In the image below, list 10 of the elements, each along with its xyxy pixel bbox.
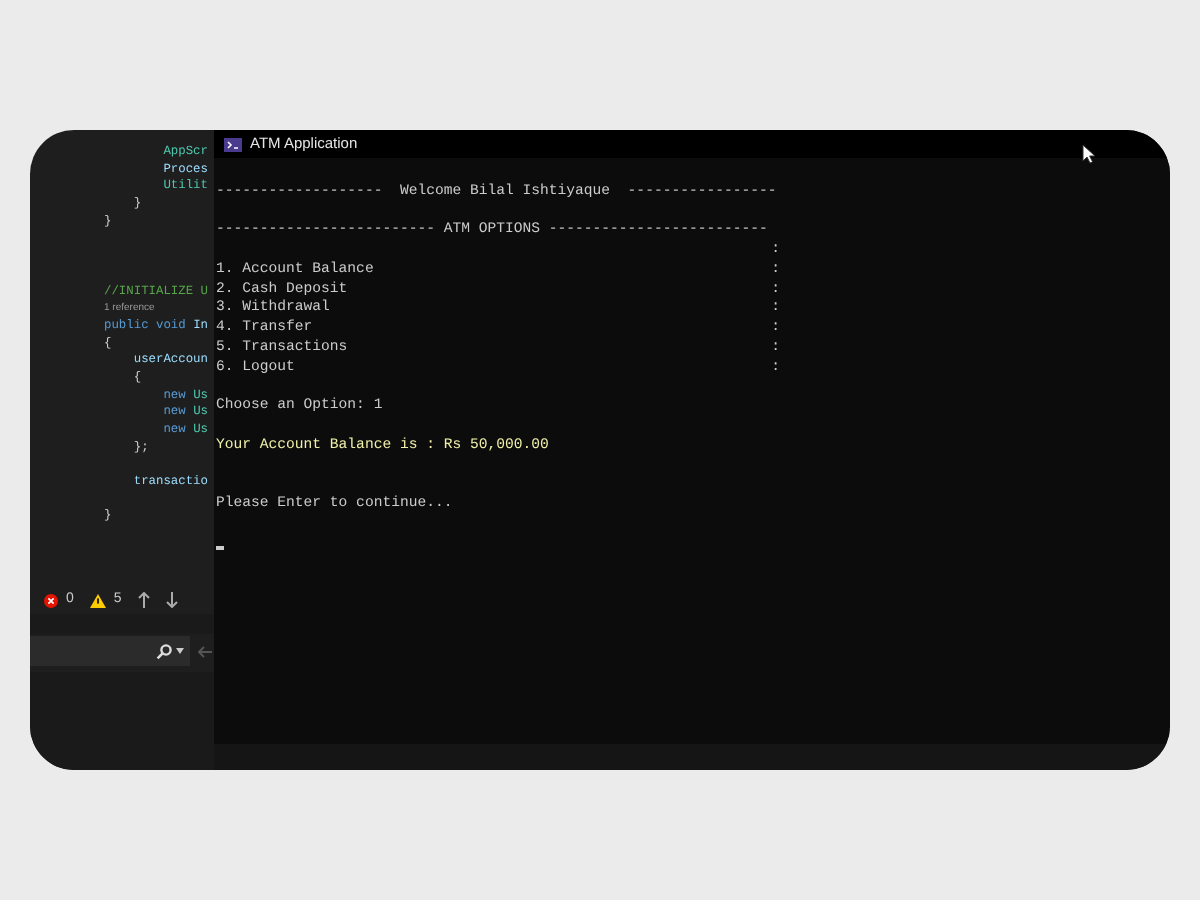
text-cursor [216, 546, 224, 551]
error-icon [44, 593, 58, 607]
mouse-pointer-icon [1082, 144, 1096, 164]
down-arrow-icon[interactable] [165, 592, 178, 608]
console-app-icon [224, 137, 242, 151]
caret-icon [176, 648, 184, 654]
search-icon [156, 643, 172, 659]
search-field[interactable] [30, 636, 190, 666]
warning-icon [89, 593, 106, 607]
up-arrow-icon[interactable] [137, 592, 150, 608]
